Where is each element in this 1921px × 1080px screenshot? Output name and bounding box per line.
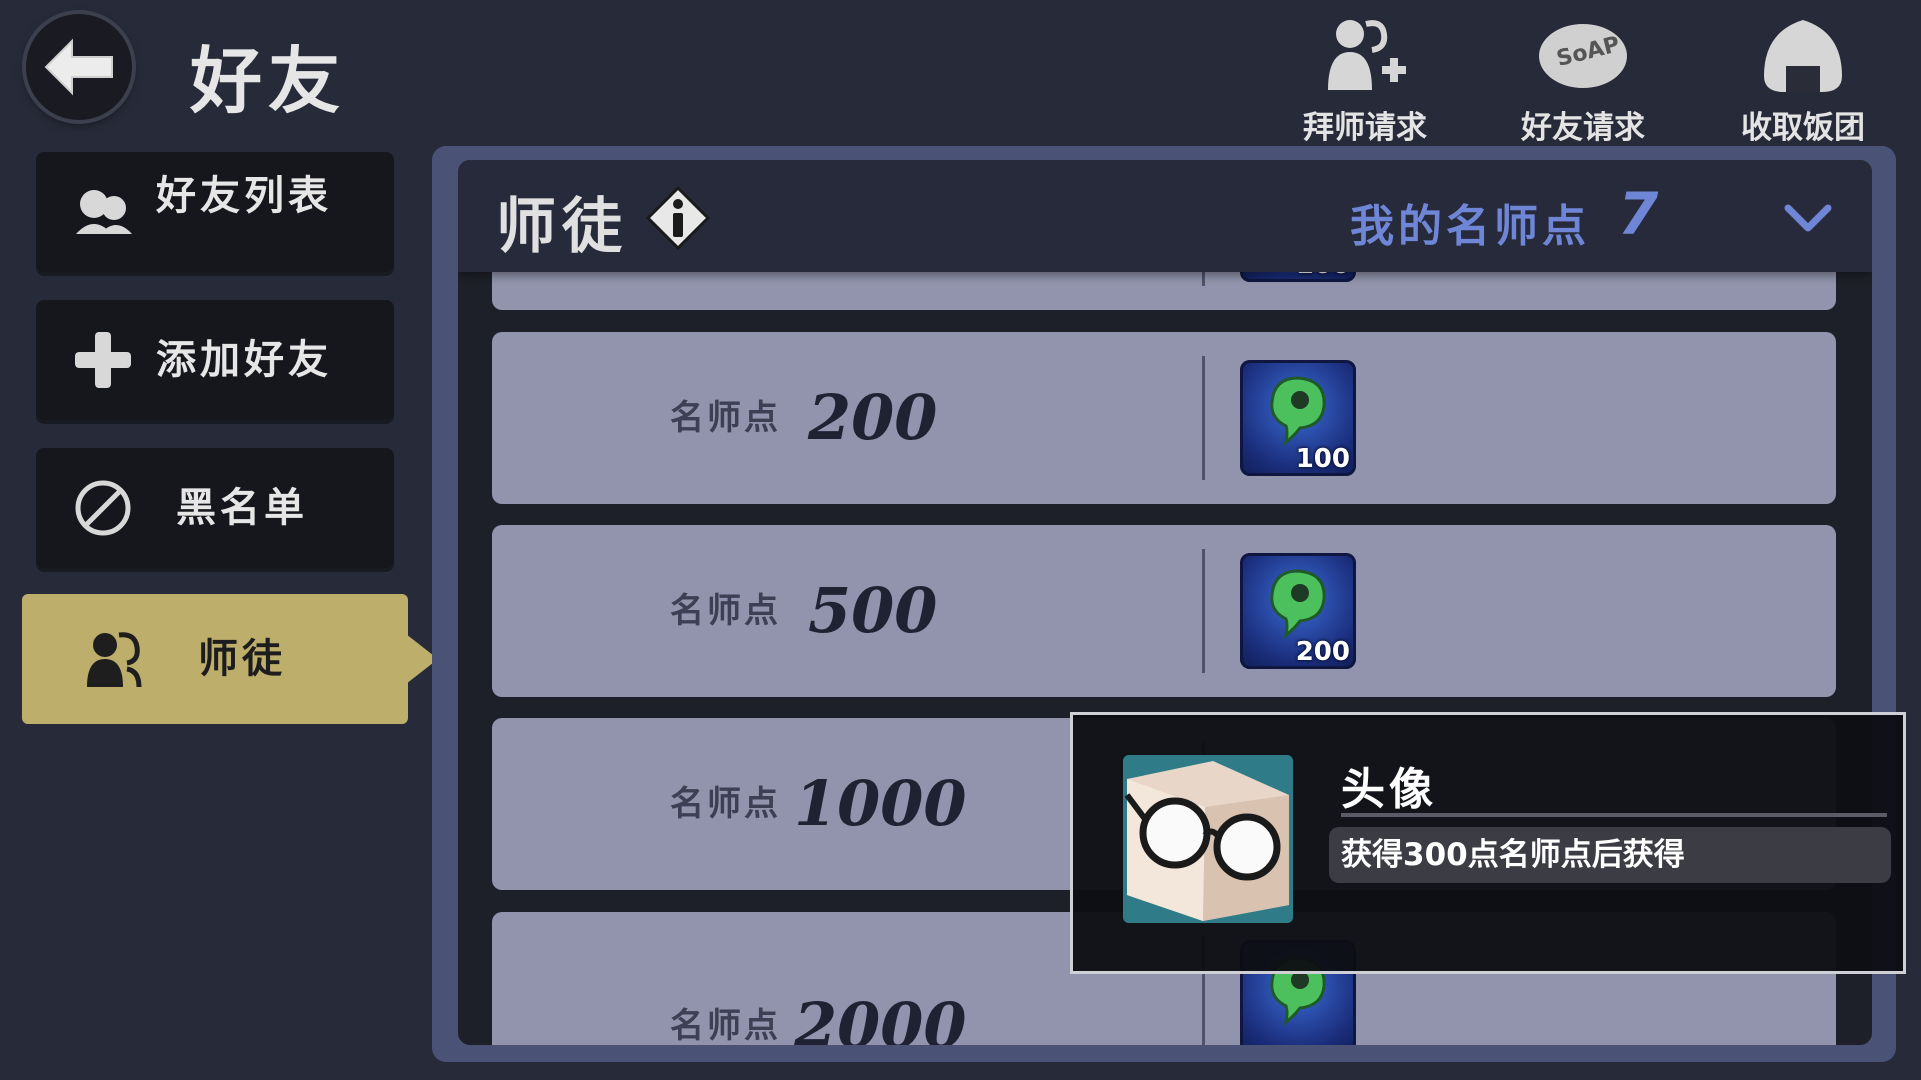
panel-title: 师徒 [496,192,628,262]
sidebar-item-label: 好友列表 [156,173,332,219]
reward-row: 名师点 200 100 [492,332,1836,504]
sidebar-item-label: 师徒 [198,636,286,682]
sidebar-item-label: 黑名单 [176,485,308,531]
reward-item[interactable]: 200 [1240,553,1356,669]
sidebar-item-friend-list[interactable]: 好友列表 [36,152,394,272]
sidebar-item-label: 添加好友 [156,337,332,383]
reward-row-label: 名师点 [670,784,781,824]
tooltip-description: 获得300点名师点后获得 [1329,827,1891,883]
rice-ball-icon [1728,14,1878,96]
avatar-reward-image [1123,755,1293,923]
reward-item-qty: 100 [1295,444,1350,474]
back-button[interactable] [26,14,132,120]
panel-header: 师徒 我的名师点 7 [458,160,1872,272]
reward-row-points: 1000 [794,767,967,840]
sidebar-item-add-friend[interactable]: 添加好友 [36,300,394,420]
friend-request-label: 好友请求 [1521,110,1645,146]
reward-tooltip: 头像 获得300点名师点后获得 [1070,712,1906,974]
sidebar-item-blacklist[interactable]: 黑名单 [36,448,394,568]
mentor-request-button[interactable]: 拜师请求 [1290,14,1440,147]
sidebar-item-mentor[interactable]: 师徒 [22,594,438,724]
tooltip-title: 头像 [1341,764,1437,815]
info-icon[interactable] [646,186,710,250]
mentor-points-value: 7 [1618,180,1659,248]
row-divider [1202,549,1205,673]
add-mentor-icon [1290,14,1440,96]
mentor-request-label: 拜师请求 [1303,110,1427,146]
reward-row-label: 名师点 [670,1006,781,1045]
mentor-points-label: 我的名师点 [1350,201,1590,252]
reward-item-qty: 200 [1295,637,1350,667]
mentor-icon [80,628,146,690]
reward-row-label: 名师点 [670,591,781,631]
collect-riceball-label: 收取饭团 [1741,110,1865,146]
tooltip-divider [1341,813,1887,817]
soap-icon: SoAP [1508,14,1658,96]
collect-riceball-button[interactable]: 收取饭团 [1728,14,1878,147]
reward-row-points: 200 [808,381,938,454]
green-spirit-icon [1270,376,1326,446]
friends-icon [70,182,136,242]
block-icon [70,478,136,538]
chevron-down-icon[interactable] [1782,198,1834,238]
reward-row: 名师点 500 200 [492,525,1836,697]
reward-row-label: 名师点 [670,398,781,438]
book-glasses-icon [1123,755,1293,923]
plus-icon [70,330,136,390]
green-spirit-icon [1270,569,1326,639]
reward-row-points: 2000 [794,989,967,1045]
reward-item[interactable]: 100 [1240,360,1356,476]
row-divider [1202,356,1205,480]
back-arrow-icon [44,38,113,96]
friend-request-button[interactable]: SoAP 好友请求 [1508,14,1658,147]
page-title: 好友 [190,39,347,123]
reward-row-points: 500 [808,574,938,647]
